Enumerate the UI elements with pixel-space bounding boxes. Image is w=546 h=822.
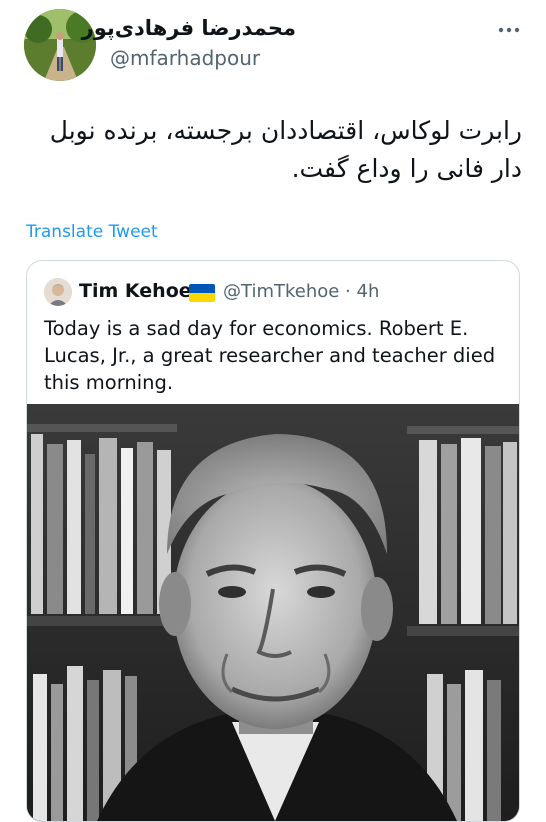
- ukraine-flag-icon: [189, 284, 215, 302]
- quoted-author-name: Tim Kehoe: [79, 280, 192, 302]
- author-handle[interactable]: @mfarhadpour: [110, 46, 260, 70]
- tweet-text: رابرت لوکاس، اقتصاددان برجسته، برنده نوب…: [49, 116, 522, 183]
- more-options-icon[interactable]: [495, 22, 523, 38]
- quoted-author-avatar: [44, 278, 72, 306]
- portrait-image: [27, 404, 519, 821]
- quoted-avatar-photo: [44, 278, 72, 306]
- tweet-header: محمدرضا فرهادی‌پور @mfarhadpour: [0, 0, 546, 90]
- quoted-tweet-text: Today is a sad day for economics. Robert…: [44, 317, 496, 394]
- author-display-name[interactable]: محمدرضا فرهادی‌پور: [82, 16, 296, 40]
- quoted-handle-time: @TimTkehoe · 4h: [223, 281, 380, 302]
- quoted-tweet-photo[interactable]: [27, 404, 519, 821]
- quoted-tweet[interactable]: Tim Kehoe @TimTkehoe · 4h Today is a sad…: [26, 260, 520, 822]
- translate-tweet-link[interactable]: Translate Tweet: [26, 222, 158, 242]
